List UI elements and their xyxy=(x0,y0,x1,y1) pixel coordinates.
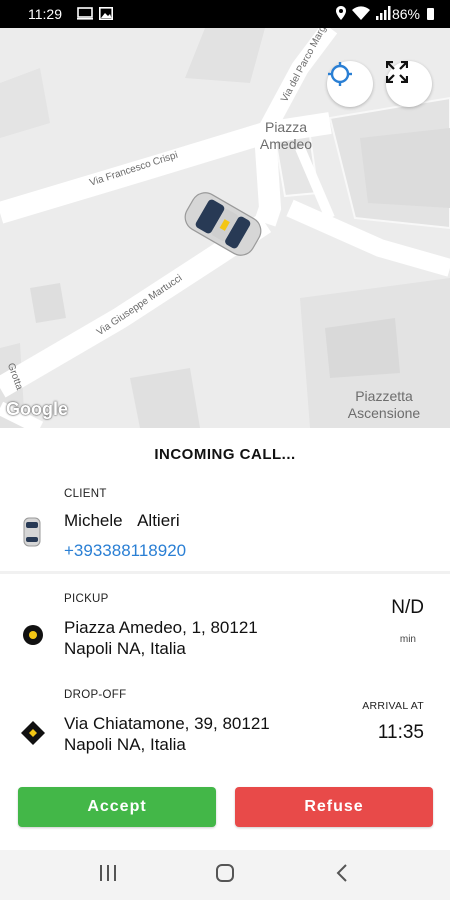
wifi-icon xyxy=(352,6,370,23)
client-phone-link[interactable]: +393388118920 xyxy=(64,541,186,561)
dropoff-label: DROP-OFF xyxy=(64,689,127,701)
pickup-eta-unit: min xyxy=(399,634,416,645)
place-label-piazza-amedeo: Piazza Amedeo xyxy=(259,119,313,152)
accept-button[interactable]: Accept xyxy=(18,787,216,827)
home-icon xyxy=(215,863,235,888)
cast-icon xyxy=(77,7,93,23)
dropoff-marker-icon xyxy=(20,720,46,751)
battery-percent: 86% xyxy=(391,6,420,22)
map-view[interactable]: Piazza Amedeo Piazzetta Ascensione Via F… xyxy=(0,28,450,428)
client-car-icon xyxy=(23,517,41,552)
status-time: 11:29 xyxy=(28,6,62,22)
pickup-marker-icon xyxy=(22,624,44,651)
back-button[interactable] xyxy=(322,862,362,888)
recent-apps-button[interactable] xyxy=(88,862,128,888)
pickup-address: Piazza Amedeo, 1, 80121 Napoli NA, Itali… xyxy=(64,618,258,658)
place-label-piazzetta-ascensione: Piazzetta Ascensione xyxy=(347,388,421,421)
locate-button[interactable] xyxy=(327,61,373,107)
map-canvas xyxy=(0,28,450,428)
home-button[interactable] xyxy=(205,862,245,888)
status-bar: 11:29 86% xyxy=(0,0,450,28)
google-attribution-logo: Google xyxy=(6,399,68,419)
client-name: Michele Altieri xyxy=(64,511,180,530)
arrival-label: ARRIVAL AT xyxy=(362,700,424,712)
fullscreen-button[interactable] xyxy=(386,61,432,107)
dropoff-address: Via Chiatamone, 39, 80121 Napoli NA, Ita… xyxy=(64,714,270,754)
arrival-time: 11:35 xyxy=(377,722,424,743)
divider xyxy=(0,571,450,574)
incoming-call-title: INCOMING CALL... xyxy=(154,446,296,463)
back-icon xyxy=(335,863,349,888)
location-icon xyxy=(336,6,346,23)
battery-icon xyxy=(427,8,434,20)
pickup-eta-value: N/D xyxy=(391,597,424,618)
recent-apps-icon xyxy=(98,864,118,887)
system-nav-bar xyxy=(0,850,450,900)
pickup-label: PICKUP xyxy=(64,593,109,605)
refuse-button[interactable]: Refuse xyxy=(235,787,433,827)
image-icon xyxy=(99,7,113,23)
client-label: CLIENT xyxy=(64,488,107,500)
signal-icon xyxy=(376,6,392,23)
